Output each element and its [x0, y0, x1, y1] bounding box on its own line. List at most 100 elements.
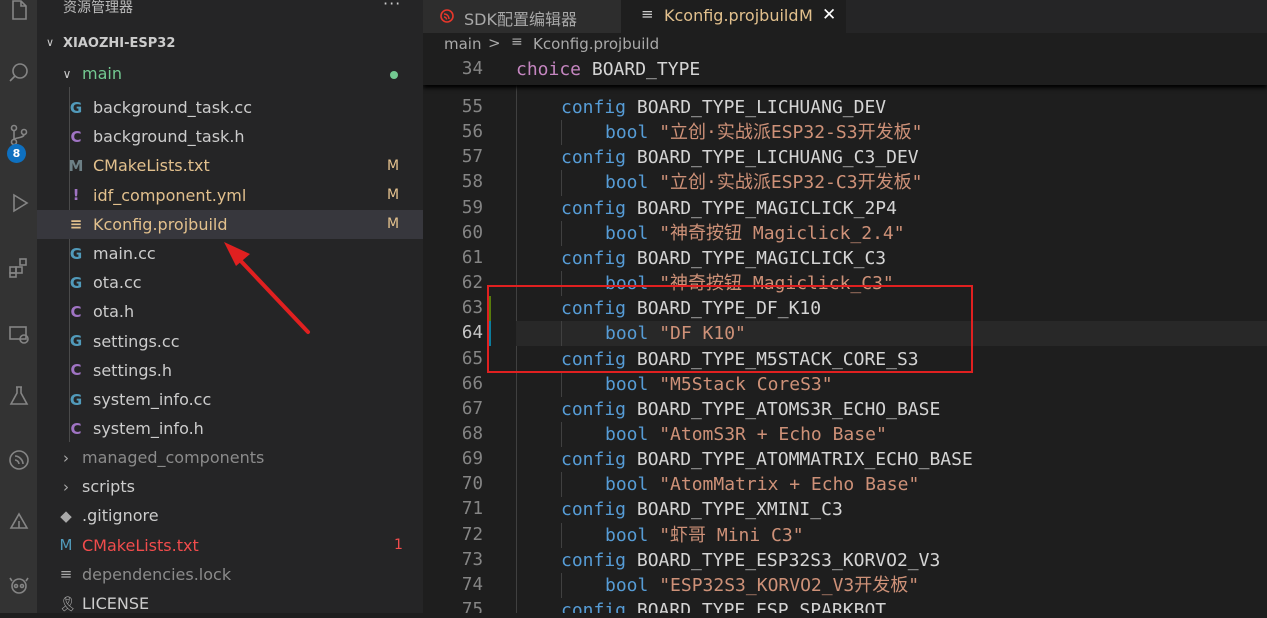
copilot-icon[interactable]	[0, 565, 37, 605]
code-keyword: config	[561, 549, 627, 571]
file-item[interactable]: Gmain.cc	[37, 239, 423, 268]
item-name: LICENSE	[82, 594, 150, 613]
root-item[interactable]: › managed_components	[37, 443, 423, 472]
code-string: "立创·实战派ESP32-C3开发板"	[659, 172, 923, 194]
code-text: config BOARD_TYPE_XMINI_C3	[561, 497, 843, 522]
code-text: bool "AtomMatrix + Echo Base"	[605, 472, 919, 497]
code-keyword: bool	[605, 172, 649, 194]
file-type-icon: G	[69, 244, 83, 263]
explorer-icon[interactable]	[0, 0, 37, 30]
tab-sdk-config[interactable]: SDK配置编辑器	[423, 0, 621, 33]
code-text: config BOARD_TYPE_ATOMMATRIX_ECHO_BASE	[561, 447, 973, 472]
file-item[interactable]: Gota.cc	[37, 268, 423, 297]
chevron-right-icon: ›	[63, 448, 69, 467]
file-item[interactable]: Csystem_info.h	[37, 414, 423, 443]
more-actions-button[interactable]: ···	[383, 0, 401, 13]
code-keyword: choice	[516, 59, 582, 80]
file-item[interactable]: Gsystem_info.cc	[37, 385, 423, 414]
git-status: M	[387, 157, 400, 174]
line-number: 56	[461, 122, 483, 143]
run-debug-icon[interactable]	[0, 183, 37, 223]
code-string: "虾哥 Mini C3"	[659, 524, 804, 546]
file-type-icon: !	[72, 186, 80, 205]
remote-explorer-icon[interactable]	[0, 314, 37, 354]
extensions-icon[interactable]	[0, 248, 37, 288]
project-name: XIAOZHI-ESP32	[63, 36, 176, 51]
code-text: bool "虾哥 Mini C3"	[605, 523, 804, 548]
esp-idf-icon	[440, 8, 454, 23]
root-item[interactable]: › scripts	[37, 472, 423, 501]
code-string: "AtomS3R + Echo Base"	[659, 423, 887, 445]
line-number: 73	[461, 549, 483, 570]
breadcrumb-file[interactable]: Kconfig.projbuild	[533, 35, 659, 53]
code-text: bool "立创·实战派ESP32-C3开发板"	[605, 170, 922, 195]
line-number: 62	[461, 273, 483, 294]
code-string: "神奇按钮 Magiclick_2.4"	[659, 222, 905, 244]
code-keyword: bool	[605, 373, 649, 395]
code-identifier: BOARD_TYPE_XMINI_C3	[636, 499, 843, 521]
file-type-icon: C	[70, 127, 82, 146]
chevron-down-icon: ∨	[46, 36, 55, 49]
line-number: 55	[461, 97, 483, 117]
code-text: config BOARD_TYPE_ESP_SPARKBOT	[561, 598, 886, 613]
file-name: idf_component.yml	[93, 185, 247, 205]
code-text: choice BOARD_TYPE	[516, 57, 700, 82]
testing-icon[interactable]	[0, 376, 37, 416]
file-item[interactable]: Gbackground_task.cc	[37, 93, 423, 122]
indent-guide	[561, 572, 562, 598]
line-number: 65	[461, 348, 483, 369]
file-item[interactable]: M CMakeLists.txt M	[37, 151, 423, 180]
line-number: 67	[461, 398, 483, 419]
root-item[interactable]: ◆ .gitignore	[37, 501, 423, 530]
root-item[interactable]: M CMakeLists.txt 1	[37, 531, 423, 560]
folder-modified-dot	[390, 71, 398, 79]
folder-main-label: main	[82, 64, 122, 83]
file-lines-icon: ≡	[511, 34, 523, 50]
chevron-down-icon: ∨	[62, 66, 72, 81]
indent-guide	[561, 120, 562, 146]
file-name: settings.h	[93, 360, 173, 380]
indent-guide	[561, 522, 562, 548]
code-text: config BOARD_TYPE_ESP32S3_KORVO2_V3	[561, 548, 940, 573]
item-name: scripts	[82, 477, 135, 497]
file-type-icon: M	[68, 156, 84, 175]
indent-guide	[561, 371, 562, 397]
file-name: CMakeLists.txt	[93, 156, 210, 176]
code-text: bool "立创·实战派ESP32-S3开发板"	[605, 120, 922, 145]
file-item[interactable]: Cota.h	[37, 297, 423, 326]
sticky-scroll[interactable]: 34 choice BOARD_TYPE	[423, 55, 1267, 85]
file-item[interactable]: ≡ Kconfig.projbuild M	[37, 209, 423, 239]
close-icon[interactable]: ✕	[822, 5, 836, 25]
project-section-header[interactable]: ∨ XIAOZHI-ESP32	[37, 33, 423, 55]
tab-kconfig[interactable]: ≡ Kconfig.projbuild M ✕	[621, 0, 846, 33]
git-status: M	[387, 216, 400, 233]
root-item[interactable]: 🎗 LICENSE	[37, 589, 423, 618]
code-keyword: config	[561, 449, 627, 471]
explorer-sidebar: 资源管理器 ··· ∨ XIAOZHI-ESP32 ∨ main Gbackgr…	[37, 0, 423, 613]
code-keyword: config	[561, 247, 627, 269]
file-item[interactable]: Csettings.h	[37, 356, 423, 385]
git-graph-icon[interactable]	[0, 503, 37, 543]
file-type-icon: M	[59, 536, 73, 555]
code-keyword: bool	[605, 474, 649, 496]
line-number: 64	[461, 323, 483, 344]
root-item[interactable]: ≡ dependencies.lock	[37, 560, 423, 589]
tab-bar: SDK配置编辑器 ≡ Kconfig.projbuild M ✕	[423, 0, 1267, 33]
code-identifier: BOARD_TYPE_ATOMS3R_ECHO_BASE	[636, 398, 941, 420]
code-string: "立创·实战派ESP32-S3开发板"	[659, 122, 923, 144]
explorer-title: 资源管理器	[63, 0, 133, 16]
file-item[interactable]: ! idf_component.yml M	[37, 181, 423, 210]
indent-guide	[561, 421, 562, 448]
search-icon[interactable]	[0, 52, 37, 92]
file-item[interactable]: Cbackground_task.h	[37, 122, 423, 151]
folder-main[interactable]: ∨ main	[37, 59, 423, 88]
file-type-icon: ≡	[69, 215, 83, 234]
esp-idf-icon[interactable]	[0, 440, 37, 480]
file-lines-icon: ≡	[641, 5, 654, 23]
code-text: config BOARD_TYPE_ATOMS3R_ECHO_BASE	[561, 397, 940, 422]
file-type-icon: G	[69, 390, 83, 409]
breadcrumb-folder[interactable]: main	[444, 35, 481, 53]
file-item[interactable]: Gsettings.cc	[37, 327, 423, 356]
code-text: bool "M5Stack CoreS3"	[605, 372, 833, 397]
code-text: bool "AtomS3R + Echo Base"	[605, 422, 887, 447]
